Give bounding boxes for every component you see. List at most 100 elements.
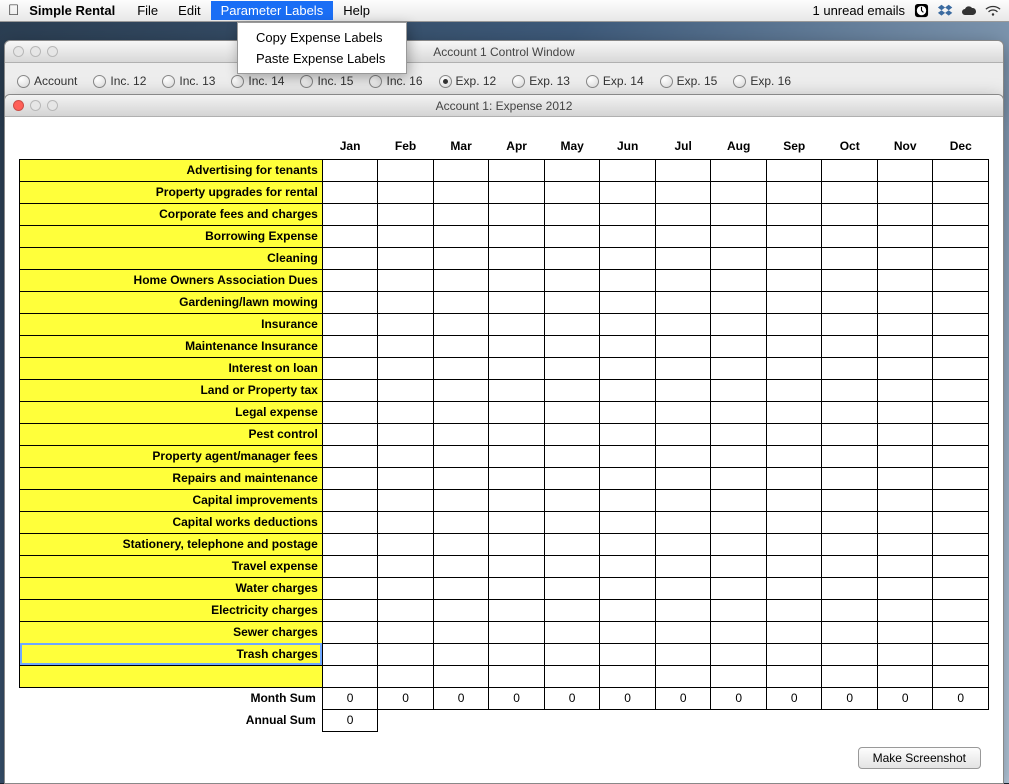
expense-label-cell[interactable]: Borrowing Expense	[20, 225, 323, 247]
expense-value-cell[interactable]	[933, 577, 989, 599]
expense-value-cell[interactable]	[489, 335, 545, 357]
expense-value-cell[interactable]	[600, 401, 656, 423]
expense-value-cell[interactable]	[822, 181, 878, 203]
expense-value-cell[interactable]	[600, 291, 656, 313]
close-icon[interactable]	[13, 100, 24, 111]
expense-value-cell[interactable]	[433, 511, 489, 533]
expense-value-cell[interactable]	[600, 269, 656, 291]
expense-value-cell[interactable]	[766, 401, 822, 423]
radio-exp-14[interactable]: Exp. 14	[580, 74, 650, 88]
expense-value-cell[interactable]	[322, 225, 378, 247]
expense-value-cell[interactable]	[544, 665, 600, 687]
expense-value-cell[interactable]	[489, 643, 545, 665]
expense-value-cell[interactable]	[600, 379, 656, 401]
cloud-icon[interactable]	[961, 3, 977, 19]
expense-value-cell[interactable]	[877, 621, 933, 643]
month-sum-value[interactable]: 0	[766, 687, 822, 709]
apple-icon[interactable]: 	[8, 2, 19, 19]
expense-value-cell[interactable]	[433, 445, 489, 467]
expense-value-cell[interactable]	[933, 423, 989, 445]
expense-value-cell[interactable]	[766, 269, 822, 291]
expense-value-cell[interactable]	[711, 203, 767, 225]
expense-value-cell[interactable]	[766, 379, 822, 401]
expense-label-cell[interactable]: Advertising for tenants	[20, 159, 323, 181]
expense-value-cell[interactable]	[766, 599, 822, 621]
expense-value-cell[interactable]	[933, 269, 989, 291]
expense-value-cell[interactable]	[877, 489, 933, 511]
expense-value-cell[interactable]	[933, 203, 989, 225]
expense-value-cell[interactable]	[822, 379, 878, 401]
expense-value-cell[interactable]	[544, 225, 600, 247]
expense-value-cell[interactable]	[378, 379, 434, 401]
expense-value-cell[interactable]	[766, 467, 822, 489]
expense-label-cell[interactable]: Insurance	[20, 313, 323, 335]
menu-item-parameter-labels[interactable]: Parameter Labels	[211, 1, 334, 20]
expense-value-cell[interactable]	[655, 489, 711, 511]
expense-label-cell[interactable]: Trash charges	[20, 643, 323, 665]
expense-value-cell[interactable]	[600, 335, 656, 357]
expense-value-cell[interactable]	[711, 313, 767, 335]
expense-value-cell[interactable]	[655, 665, 711, 687]
expense-value-cell[interactable]	[711, 247, 767, 269]
expense-value-cell[interactable]	[378, 357, 434, 379]
expense-value-cell[interactable]	[655, 379, 711, 401]
expense-value-cell[interactable]	[489, 159, 545, 181]
expense-value-cell[interactable]	[933, 533, 989, 555]
expense-value-cell[interactable]	[600, 247, 656, 269]
expense-value-cell[interactable]	[544, 643, 600, 665]
expense-value-cell[interactable]	[600, 643, 656, 665]
expense-value-cell[interactable]	[433, 401, 489, 423]
expense-value-cell[interactable]	[766, 335, 822, 357]
expense-value-cell[interactable]	[544, 577, 600, 599]
expense-value-cell[interactable]	[600, 181, 656, 203]
expense-value-cell[interactable]	[711, 423, 767, 445]
menu-item-help[interactable]: Help	[333, 1, 380, 20]
month-sum-value[interactable]: 0	[877, 687, 933, 709]
expense-value-cell[interactable]	[822, 159, 878, 181]
expense-label-cell[interactable]: Property agent/manager fees	[20, 445, 323, 467]
expense-value-cell[interactable]	[655, 423, 711, 445]
expense-label-cell[interactable]: Sewer charges	[20, 621, 323, 643]
expense-label-cell[interactable]: Property upgrades for rental	[20, 181, 323, 203]
expense-value-cell[interactable]	[655, 203, 711, 225]
expense-value-cell[interactable]	[600, 357, 656, 379]
expense-label-cell[interactable]: Pest control	[20, 423, 323, 445]
expense-value-cell[interactable]	[378, 247, 434, 269]
expense-value-cell[interactable]	[655, 357, 711, 379]
expense-value-cell[interactable]	[600, 621, 656, 643]
month-sum-value[interactable]: 0	[655, 687, 711, 709]
expense-value-cell[interactable]	[822, 533, 878, 555]
expense-value-cell[interactable]	[711, 357, 767, 379]
expense-value-cell[interactable]	[877, 247, 933, 269]
expense-value-cell[interactable]	[711, 511, 767, 533]
expense-value-cell[interactable]	[933, 335, 989, 357]
expense-value-cell[interactable]	[378, 423, 434, 445]
expense-value-cell[interactable]	[378, 269, 434, 291]
expense-value-cell[interactable]	[877, 467, 933, 489]
expense-value-cell[interactable]	[322, 599, 378, 621]
expense-value-cell[interactable]	[822, 467, 878, 489]
expense-value-cell[interactable]	[433, 357, 489, 379]
expense-value-cell[interactable]	[378, 335, 434, 357]
expense-value-cell[interactable]	[544, 467, 600, 489]
minimize-icon[interactable]	[30, 100, 41, 111]
expense-value-cell[interactable]	[655, 335, 711, 357]
expense-value-cell[interactable]	[489, 269, 545, 291]
unread-emails-text[interactable]: 1 unread emails	[813, 3, 906, 18]
expense-value-cell[interactable]	[766, 555, 822, 577]
expense-value-cell[interactable]	[433, 599, 489, 621]
expense-value-cell[interactable]	[322, 247, 378, 269]
expense-value-cell[interactable]	[489, 247, 545, 269]
expense-value-cell[interactable]	[766, 445, 822, 467]
expense-value-cell[interactable]	[378, 203, 434, 225]
expense-value-cell[interactable]	[933, 159, 989, 181]
expense-value-cell[interactable]	[933, 665, 989, 687]
expense-value-cell[interactable]	[489, 621, 545, 643]
expense-value-cell[interactable]	[711, 643, 767, 665]
expense-value-cell[interactable]	[544, 533, 600, 555]
expense-value-cell[interactable]	[822, 555, 878, 577]
expense-value-cell[interactable]	[378, 401, 434, 423]
expense-value-cell[interactable]	[933, 291, 989, 313]
expense-value-cell[interactable]	[322, 621, 378, 643]
zoom-icon[interactable]	[47, 46, 58, 57]
